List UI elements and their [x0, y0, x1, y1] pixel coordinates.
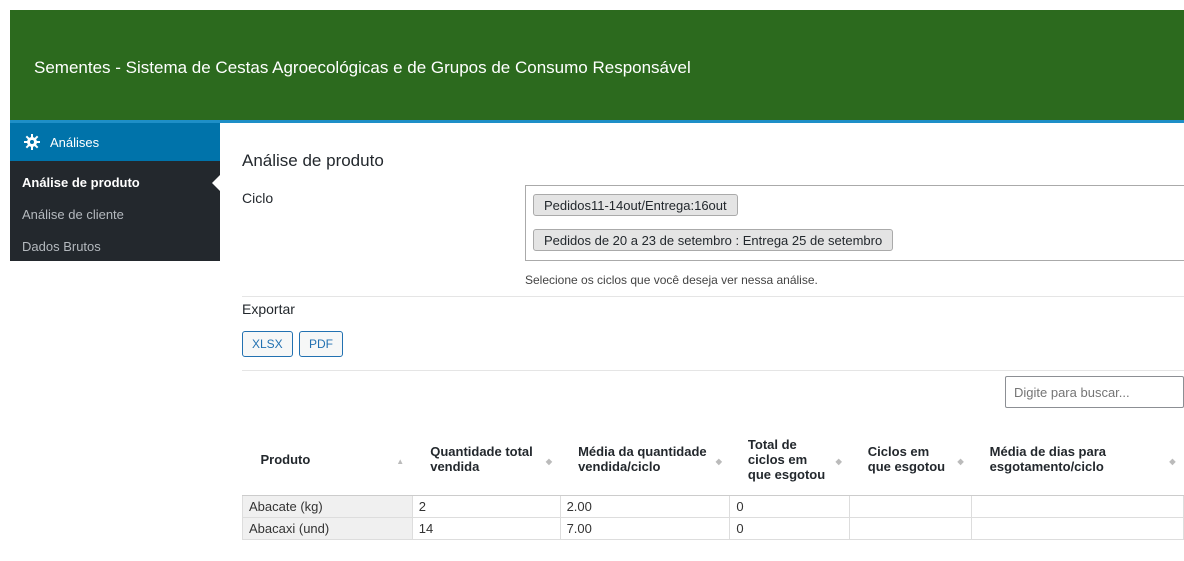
column-header-total-ciclos-esgotou[interactable]: Total de ciclos em que esgotou ◆	[729, 423, 850, 496]
cell-media-dias	[971, 517, 1184, 540]
cell-ciclos	[849, 495, 973, 518]
admin-sidebar: Análises Análise de produto Análise de c…	[10, 123, 220, 261]
export-xlsx-button[interactable]: XLSX	[242, 331, 293, 357]
table-row: Abacaxi (und) 14 7.00 0	[242, 517, 1184, 540]
gear-icon	[24, 134, 40, 150]
cell-total-ciclos: 0	[729, 517, 851, 540]
sidebar-item-analise-produto[interactable]: Análise de produto	[10, 167, 220, 199]
search-input[interactable]	[1005, 376, 1184, 408]
column-header-ciclos-esgotou[interactable]: Ciclos em que esgotou ◆	[849, 423, 972, 496]
product-table: Produto ▲ Quantidade total vendida ◆ Média…	[242, 423, 1184, 540]
site-header: Sementes - Sistema de Cestas Agroecológi…	[10, 10, 1184, 123]
sort-icon: ◆	[835, 457, 842, 466]
sidebar-item-dados-brutos[interactable]: Dados Brutos	[10, 231, 220, 263]
sidebar-item-analise-cliente[interactable]: Análise de cliente	[10, 199, 220, 231]
divider	[242, 370, 1184, 371]
column-header-media-quantidade[interactable]: Média da quantidade vendida/ciclo ◆	[560, 423, 730, 496]
cell-total-ciclos: 0	[729, 495, 851, 518]
cell-quantidade: 14	[411, 517, 561, 540]
ciclo-label: Ciclo	[242, 190, 274, 206]
menu-analises-label: Análises	[50, 134, 100, 150]
sort-icon: ◆	[545, 457, 553, 466]
site-title: Sementes - Sistema de Cestas Agroecológi…	[34, 58, 691, 77]
column-header-produto[interactable]: Produto ▲	[242, 423, 413, 496]
ciclo-help-text: Selecione os ciclos que você deseja ver …	[525, 273, 818, 287]
main-content: Análise de produto Ciclo Pedidos11-14out…	[220, 123, 1184, 561]
cell-media: 2.00	[559, 495, 731, 518]
ciclo-chip[interactable]: Pedidos11-14out/Entrega:16out	[533, 194, 738, 216]
column-header-quantidade-total[interactable]: Quantidade total vendida ◆	[412, 423, 561, 496]
cell-produto: Abacaxi (und)	[242, 517, 413, 540]
menu-analises[interactable]: Análises	[10, 123, 220, 161]
cell-quantidade: 2	[411, 495, 561, 518]
sort-icon: ◆	[715, 457, 722, 466]
cell-media-dias	[971, 495, 1184, 518]
cell-produto: Abacate (kg)	[242, 495, 413, 518]
sort-icon: ◆	[957, 457, 964, 466]
table-row: Abacate (kg) 2 2.00 0	[242, 495, 1184, 518]
export-pdf-button[interactable]: PDF	[299, 331, 343, 357]
export-label: Exportar	[242, 301, 295, 317]
ciclo-chip[interactable]: Pedidos de 20 a 23 de setembro : Entrega…	[533, 229, 894, 251]
column-header-media-dias[interactable]: Média de dias para esgotamento/ciclo ◆	[971, 423, 1184, 496]
sort-icon: ◆	[1169, 457, 1176, 466]
ciclo-multiselect[interactable]: Pedidos11-14out/Entrega:16out Pedidos de…	[525, 185, 1184, 261]
page-title: Análise de produto	[242, 151, 384, 170]
cell-media: 7.00	[559, 517, 731, 540]
sort-icon: ▲	[396, 457, 405, 466]
divider	[242, 296, 1184, 297]
cell-ciclos	[849, 517, 973, 540]
